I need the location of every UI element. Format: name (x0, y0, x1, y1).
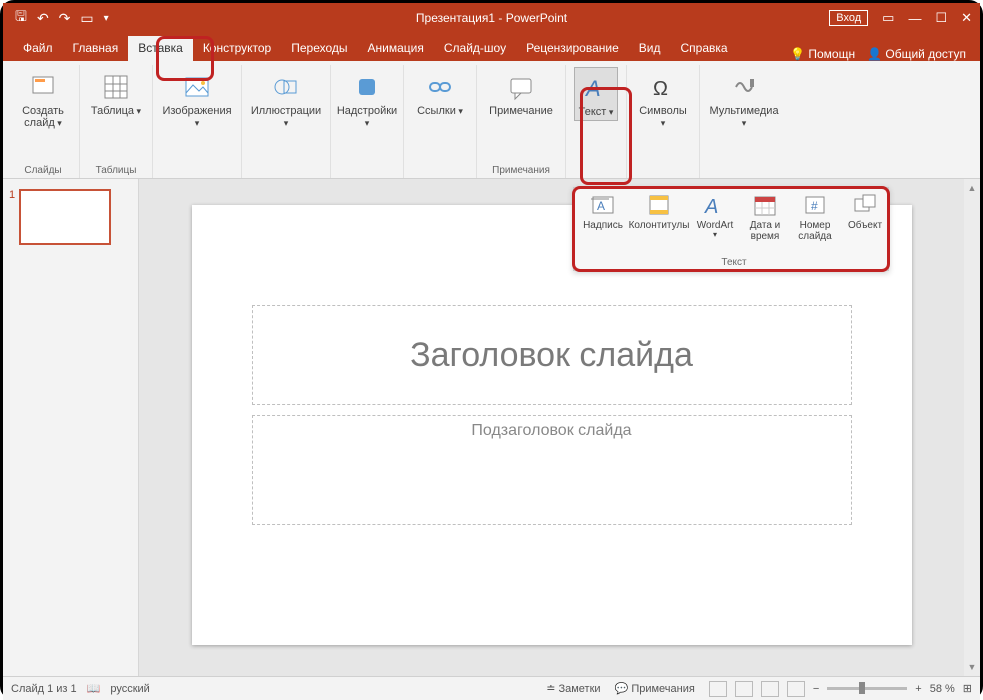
new-slide-button[interactable]: Создать слайд (15, 67, 71, 131)
tab-insert[interactable]: Вставка (128, 36, 193, 61)
images-button[interactable]: Изображения (161, 67, 233, 131)
minimize-icon[interactable]: — (908, 11, 921, 26)
spellcheck-icon[interactable]: 📖 (87, 682, 101, 695)
slide-thumbnail-1[interactable] (19, 189, 111, 245)
comment-button[interactable]: Примечание (485, 67, 557, 119)
comments-button[interactable]: 💬 Примечания (615, 682, 695, 695)
illustrations-icon (270, 71, 302, 103)
illustrations-button[interactable]: Иллюстрации (250, 67, 322, 131)
slide[interactable]: Заголовок слайда Подзаголовок слайда (192, 205, 912, 645)
undo-icon[interactable]: ↶ (37, 10, 49, 27)
object-button[interactable]: Объект (840, 192, 890, 257)
slide-number-icon: # (802, 192, 828, 218)
table-button[interactable]: Таблица (88, 67, 144, 119)
reading-view-icon[interactable] (761, 681, 779, 697)
group-comments-label: Примечания (492, 165, 550, 176)
tab-design[interactable]: Конструктор (193, 36, 281, 61)
ribbon-display-options-icon[interactable]: ▭ (882, 10, 894, 26)
tab-slideshow[interactable]: Слайд-шоу (434, 36, 516, 61)
title-placeholder[interactable]: Заголовок слайда (252, 305, 852, 405)
symbols-icon: Ω (647, 71, 679, 103)
zoom-level[interactable]: 58 % (930, 683, 955, 695)
new-slide-icon (27, 71, 59, 103)
links-button[interactable]: Ссылки (412, 67, 468, 119)
zoom-slider[interactable] (827, 687, 907, 690)
zoom-out-icon[interactable]: − (813, 683, 819, 695)
slide-sorter-view-icon[interactable] (735, 681, 753, 697)
text-icon: A (580, 72, 612, 104)
tab-view[interactable]: Вид (629, 36, 671, 61)
tab-animations[interactable]: Анимация (358, 36, 434, 61)
svg-text:A: A (584, 76, 601, 101)
text-button[interactable]: A Текст (574, 67, 618, 121)
ribbon: Создать слайд Слайды Таблица Таблицы Изо… (3, 61, 980, 179)
media-button[interactable]: Мультимедиа (708, 67, 780, 131)
text-gallery-popup: A Надпись Колонтитулы A WordArt▾ Дата и … (573, 187, 889, 271)
slide-number-button[interactable]: # Номер слайда (790, 192, 840, 257)
normal-view-icon[interactable] (709, 681, 727, 697)
tab-transitions[interactable]: Переходы (281, 36, 357, 61)
zoom-in-icon[interactable]: + (915, 683, 921, 695)
status-bar: Слайд 1 из 1 📖 русский ≐ Заметки 💬 Приме… (3, 676, 980, 700)
save-icon[interactable]: 🖫 (15, 6, 27, 30)
gallery-group-label: Текст (574, 257, 894, 270)
thumbnail-number: 1 (9, 189, 15, 201)
title-bar: 🖫 ↶ ↷ ▭ ▾ Презентация1 - PowerPoint Вход… (3, 3, 980, 33)
svg-text:#: # (811, 199, 818, 213)
maximize-icon[interactable]: ☐ (935, 10, 947, 26)
tab-review[interactable]: Рецензирование (516, 36, 629, 61)
links-icon (424, 71, 456, 103)
svg-text:A: A (597, 199, 605, 213)
media-icon (728, 71, 760, 103)
tab-home[interactable]: Главная (63, 36, 129, 61)
wordart-icon: A (702, 192, 728, 218)
group-slides-label: Слайды (24, 165, 61, 176)
svg-text:Ω: Ω (653, 78, 668, 100)
object-icon (852, 192, 878, 218)
sign-in-button[interactable]: Вход (829, 10, 868, 26)
tab-file[interactable]: Файл (13, 36, 63, 61)
scroll-up-icon[interactable]: ▲ (968, 183, 977, 193)
wordart-button[interactable]: A WordArt▾ (690, 192, 740, 257)
fit-to-window-icon[interactable]: ⊞ (963, 682, 972, 695)
notes-button[interactable]: ≐ Заметки (546, 682, 600, 695)
ribbon-tabs: Файл Главная Вставка Конструктор Переход… (3, 33, 980, 61)
share-button[interactable]: 👤 Общий доступ (867, 47, 966, 61)
tab-help[interactable]: Справка (670, 36, 737, 61)
vertical-scrollbar[interactable]: ▲ ▼ (964, 179, 980, 676)
images-icon (181, 71, 213, 103)
group-tables-label: Таблицы (96, 165, 137, 176)
addins-icon (351, 71, 383, 103)
textbox-button[interactable]: A Надпись (578, 192, 628, 257)
date-time-button[interactable]: Дата и время (740, 192, 790, 257)
symbols-button[interactable]: Ω Символы (635, 67, 691, 131)
textbox-icon: A (590, 192, 616, 218)
scroll-down-icon[interactable]: ▼ (968, 662, 977, 672)
date-time-icon (752, 192, 778, 218)
close-icon[interactable]: ✕ (961, 10, 972, 26)
comment-icon (505, 71, 537, 103)
table-icon (100, 71, 132, 103)
redo-icon[interactable]: ↷ (59, 10, 71, 27)
svg-text:A: A (704, 196, 718, 217)
start-from-beginning-icon[interactable]: ▭ (80, 10, 93, 27)
window-title: Презентация1 - PowerPoint (416, 11, 567, 25)
addins-button[interactable]: Надстройки (339, 67, 395, 131)
header-footer-icon (646, 192, 672, 218)
slide-counter[interactable]: Слайд 1 из 1 (11, 683, 77, 695)
tell-me[interactable]: 💡 Помощн (790, 47, 855, 61)
slideshow-view-icon[interactable] (787, 681, 805, 697)
qat-dropdown-icon[interactable]: ▾ (104, 13, 109, 24)
subtitle-placeholder[interactable]: Подзаголовок слайда (252, 415, 852, 525)
header-footer-button[interactable]: Колонтитулы (628, 192, 690, 257)
thumbnail-pane: 1 (3, 179, 139, 676)
language-indicator[interactable]: русский (110, 683, 149, 695)
